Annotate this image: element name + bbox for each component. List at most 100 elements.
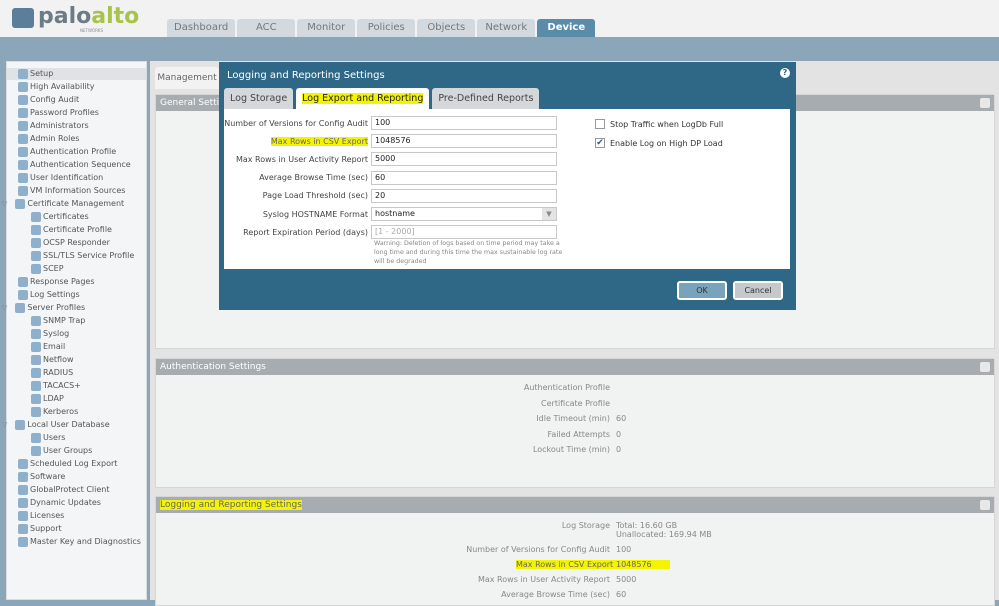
sidebar-item-label: Config Audit <box>30 95 80 104</box>
sidebar-item[interactable]: Authentication Sequence <box>18 159 131 171</box>
logo-text-2: alto <box>91 4 140 29</box>
auth-settings-panel: Authentication Settings Authentication P… <box>155 358 995 488</box>
nav-tab-monitor[interactable]: Monitor <box>297 19 356 37</box>
sidebar-item[interactable]: SSL/TLS Service Profile <box>31 250 134 262</box>
gear-icon[interactable] <box>980 362 990 372</box>
sidebar-item[interactable]: Authentication Profile <box>18 146 116 158</box>
sidebar-icon <box>31 355 41 365</box>
nav-tab-objects[interactable]: Objects <box>417 19 476 37</box>
expand-arrow-icon[interactable]: ▽ <box>2 419 7 431</box>
chevron-down-icon[interactable]: ▼ <box>542 208 556 220</box>
gear-icon[interactable] <box>980 500 990 510</box>
kv-value: 0 <box>616 445 622 454</box>
sidebar-item[interactable]: Log Settings <box>18 289 80 301</box>
tab-pre-defined-reports[interactable]: Pre-Defined Reports <box>432 88 540 109</box>
kv-row: Max Rows in CSV Export 1048576 <box>516 560 670 569</box>
cancel-button[interactable]: Cancel <box>733 281 783 300</box>
sidebar-icon <box>18 485 28 495</box>
sidebar-icon <box>18 95 28 105</box>
form-row: Syslog HOSTNAME Format hostname ▼ <box>224 207 557 221</box>
sidebar-icon <box>18 537 28 547</box>
sidebar-item[interactable]: Certificate Profile <box>31 224 112 236</box>
sidebar-item[interactable]: SNMP Trap <box>31 315 85 327</box>
sidebar-item-label: Authentication Profile <box>30 147 117 156</box>
checkbox[interactable] <box>595 119 605 129</box>
tab-label: Pre-Defined Reports <box>438 93 534 104</box>
sidebar-item[interactable]: User Groups <box>31 445 92 457</box>
checkbox-row[interactable]: ✔ Enable Log on High DP Load <box>595 138 723 148</box>
sidebar-item[interactable]: Software <box>18 471 65 483</box>
sidebar-icon <box>15 199 26 209</box>
sidebar-item-label: Admin Roles <box>30 134 80 143</box>
sidebar-item-label: Log Settings <box>30 290 80 299</box>
sidebar-item-label: Server Profiles <box>27 303 86 312</box>
checkbox-row[interactable]: Stop Traffic when LogDb Full <box>595 119 723 129</box>
nav-tab-network[interactable]: Network <box>477 19 536 37</box>
sidebar-item[interactable]: ▽ Server Profiles <box>2 302 86 314</box>
sidebar-item[interactable]: OCSP Responder <box>31 237 110 249</box>
expand-arrow-icon[interactable]: ▽ <box>2 198 7 210</box>
sidebar-item[interactable]: Scheduled Log Export <box>18 458 117 470</box>
field-input[interactable]: 20 <box>371 188 557 203</box>
sidebar-item[interactable]: Support <box>18 523 62 535</box>
paloalto-logo: palo alto NETWORKS <box>12 4 140 33</box>
expand-arrow-icon[interactable]: ▽ <box>2 302 7 314</box>
checkbox[interactable]: ✔ <box>595 138 605 148</box>
sidebar-item-label: Users <box>43 433 66 442</box>
form-row: Number of Versions for Config Audit 100 <box>224 116 557 130</box>
nav-tab-policies[interactable]: Policies <box>357 19 416 37</box>
gear-icon[interactable] <box>980 98 990 108</box>
sidebar-icon <box>18 472 28 482</box>
sidebar-item[interactable]: Netflow <box>31 354 74 366</box>
field-input[interactable]: [1 - 2000] <box>371 225 557 240</box>
field-input[interactable]: 100 <box>371 116 557 130</box>
sidebar-item[interactable]: Email <box>31 341 65 353</box>
sidebar-item[interactable]: User Identification <box>18 172 103 184</box>
field-input[interactable]: 60 <box>371 170 557 185</box>
sidebar-icon <box>31 212 41 222</box>
sidebar-item[interactable]: Users <box>31 432 65 444</box>
kv-row: Lockout Time (min) 0 <box>276 445 621 454</box>
sidebar-item[interactable]: Setup <box>7 68 146 80</box>
nav-tab-device[interactable]: Device <box>537 19 596 37</box>
sidebar-item[interactable]: Password Profiles <box>18 107 99 119</box>
sidebar-item[interactable]: LDAP <box>31 393 64 405</box>
sidebar-item[interactable]: Kerberos <box>31 406 78 418</box>
sidebar-item[interactable]: GlobalProtect Client <box>18 484 110 496</box>
sidebar-item[interactable]: Master Key and Diagnostics <box>18 536 141 548</box>
sidebar-item-label: Password Profiles <box>30 108 99 117</box>
sidebar-item[interactable]: TACACS+ <box>31 380 81 392</box>
sidebar-item[interactable]: Admin Roles <box>18 133 79 145</box>
sidebar-item[interactable]: High Availability <box>18 81 95 93</box>
sidebar-item[interactable]: ▽ Local User Database <box>2 419 110 431</box>
kv-key: Log Storage <box>561 521 610 530</box>
tab-log-storage[interactable]: Log Storage <box>224 88 294 109</box>
sidebar-item[interactable]: Config Audit <box>18 94 79 106</box>
nav-tab-acc[interactable]: ACC <box>237 19 296 37</box>
sidebar-item[interactable]: Response Pages <box>18 276 95 288</box>
tab-management[interactable]: Management <box>155 67 219 89</box>
ok-button[interactable]: OK <box>677 281 727 300</box>
field-input[interactable]: 1048576 <box>371 134 557 149</box>
field-input[interactable]: 5000 <box>371 152 557 167</box>
sidebar-item[interactable]: Certificates <box>31 211 89 223</box>
sidebar-item[interactable]: SCEP <box>31 263 64 275</box>
sidebar-item[interactable]: Licenses <box>18 510 64 522</box>
sidebar-item-label: Syslog <box>43 329 70 338</box>
sidebar-item[interactable]: Dynamic Updates <box>18 497 101 509</box>
sidebar-item[interactable]: ▽ Certificate Management <box>2 198 124 210</box>
hostname-format-select[interactable]: hostname ▼ <box>371 207 557 221</box>
tab-log-export-and-reporting[interactable]: Log Export and Reporting <box>296 88 430 109</box>
sidebar-item[interactable]: VM Information Sources <box>18 185 125 197</box>
kv-value: 100 <box>616 545 632 554</box>
kv-key: Average Browse Time (sec) <box>501 590 610 599</box>
help-icon[interactable]: ? <box>780 68 790 78</box>
sidebar-item[interactable]: RADIUS <box>31 367 73 379</box>
sidebar-item[interactable]: Syslog <box>31 328 69 340</box>
logo-icon <box>12 8 34 28</box>
sidebar-item[interactable]: Administrators <box>18 120 89 132</box>
nav-tab-dashboard[interactable]: Dashboard <box>167 19 236 37</box>
sidebar-icon <box>31 433 41 443</box>
panel-header: Authentication Settings <box>156 359 994 375</box>
kv-value: Total: 16.60 GB Unallocated: 169.94 MB <box>616 521 712 539</box>
